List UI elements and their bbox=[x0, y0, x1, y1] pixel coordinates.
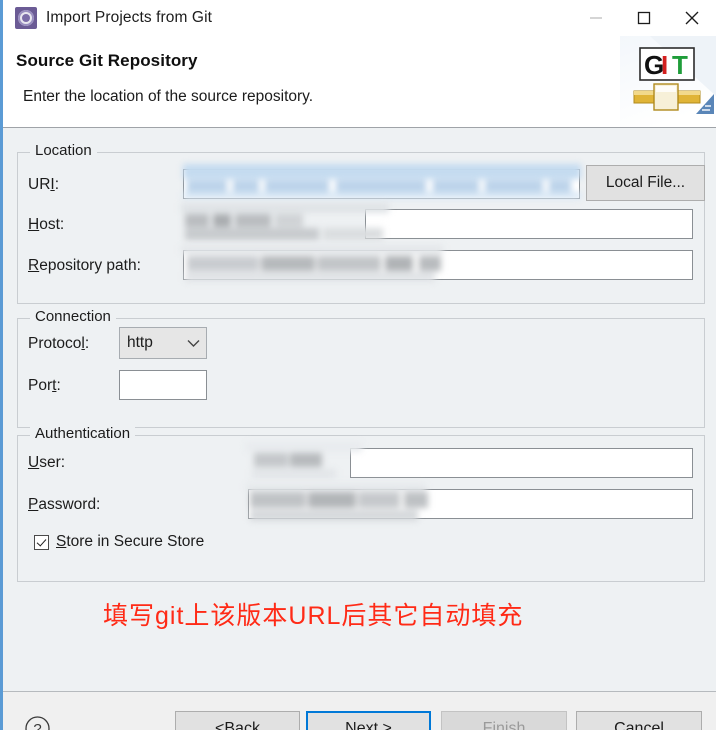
eclipse-import-icon bbox=[15, 7, 37, 29]
repository-path-input[interactable] bbox=[183, 250, 693, 280]
next-button[interactable]: Next > bbox=[306, 711, 431, 730]
authentication-group-legend: Authentication bbox=[30, 425, 136, 442]
chevron-down-icon bbox=[180, 339, 206, 348]
connection-group-legend: Connection bbox=[30, 308, 116, 325]
back-button[interactable]: < Back bbox=[175, 711, 300, 730]
uri-input[interactable] bbox=[183, 169, 580, 199]
window-title: Import Projects from Git bbox=[46, 9, 213, 26]
svg-text:I: I bbox=[661, 50, 668, 80]
window-controls bbox=[572, 0, 716, 36]
window-titlebar: Import Projects from Git bbox=[3, 0, 716, 36]
annotation-text: 填写git上该版本URL后其它自动填充 bbox=[103, 602, 524, 630]
host-input[interactable] bbox=[365, 209, 693, 239]
store-in-secure-store-label: Store in Secure Store bbox=[56, 533, 205, 550]
dialog-body: Location URI: Local File... Host: Reposi… bbox=[3, 128, 716, 691]
close-icon[interactable] bbox=[668, 0, 716, 36]
protocol-combobox[interactable]: http bbox=[119, 327, 207, 359]
protocol-value: http bbox=[127, 334, 153, 351]
svg-text:T: T bbox=[672, 50, 688, 80]
port-input[interactable] bbox=[119, 370, 207, 400]
password-input[interactable] bbox=[248, 489, 693, 519]
dialog-button-bar: ? < Back Next > Finish Cancel bbox=[3, 691, 716, 730]
local-file-button[interactable]: Local File... bbox=[586, 165, 705, 201]
minimize-icon[interactable] bbox=[572, 0, 620, 36]
store-in-secure-store-checkbox[interactable]: Store in Secure Store bbox=[34, 533, 204, 551]
svg-text:?: ? bbox=[33, 721, 41, 730]
uri-label: URI: bbox=[28, 176, 60, 193]
repository-path-label: Repository path: bbox=[28, 257, 141, 274]
user-input[interactable] bbox=[350, 448, 693, 478]
protocol-label: Protocol: bbox=[28, 335, 90, 352]
help-icon[interactable]: ? bbox=[24, 715, 51, 730]
page-subtitle: Enter the location of the source reposit… bbox=[23, 88, 314, 105]
password-label: Password: bbox=[28, 496, 101, 513]
import-projects-from-git-dialog: Import Projects from Git Source Git Repo… bbox=[0, 0, 716, 730]
checkbox-icon[interactable] bbox=[34, 534, 49, 550]
wizard-header: Source Git Repository Enter the location… bbox=[3, 36, 716, 128]
git-logo: G I T bbox=[620, 36, 716, 127]
page-title: Source Git Repository bbox=[16, 51, 198, 70]
maximize-icon[interactable] bbox=[620, 0, 668, 36]
host-label: Host: bbox=[28, 216, 65, 233]
cancel-button[interactable]: Cancel bbox=[576, 711, 702, 730]
user-label: User: bbox=[28, 454, 66, 471]
location-group-legend: Location bbox=[30, 142, 97, 159]
finish-button: Finish bbox=[441, 711, 567, 730]
port-label: Port: bbox=[28, 377, 61, 394]
